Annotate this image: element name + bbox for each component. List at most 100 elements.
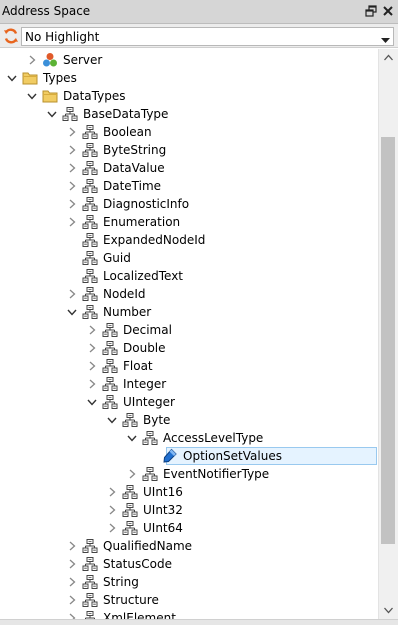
tree-node[interactable]: Server bbox=[0, 51, 378, 69]
tree-node-label: Structure bbox=[103, 593, 159, 607]
tree-node-label: UInteger bbox=[123, 395, 175, 409]
float-window-icon[interactable] bbox=[364, 4, 378, 18]
collapse-chevron-icon[interactable] bbox=[26, 90, 38, 102]
expand-chevron-icon[interactable] bbox=[86, 360, 98, 372]
tree-node[interactable]: Number bbox=[0, 303, 378, 321]
server-icon bbox=[42, 52, 58, 68]
tree-node[interactable]: Structure bbox=[0, 591, 378, 609]
tree-node[interactable]: DiagnosticInfo bbox=[0, 195, 378, 213]
tree-node[interactable]: Double bbox=[0, 339, 378, 357]
datatype-icon bbox=[82, 250, 98, 266]
expand-chevron-icon[interactable] bbox=[66, 288, 78, 300]
expand-chevron-icon[interactable] bbox=[66, 126, 78, 138]
tree-node-label: UInt16 bbox=[143, 485, 183, 499]
tree-node[interactable]: UInt16 bbox=[0, 483, 378, 501]
vertical-scrollbar[interactable] bbox=[378, 49, 398, 619]
tree-node[interactable]: EventNotifierType bbox=[0, 465, 378, 483]
datatype-icon bbox=[82, 160, 98, 176]
tree-node[interactable]: UInt64 bbox=[0, 519, 378, 537]
collapse-chevron-icon[interactable] bbox=[86, 396, 98, 408]
tree-node[interactable]: BaseDataType bbox=[0, 105, 378, 123]
scroll-up-icon[interactable] bbox=[379, 49, 398, 67]
expand-chevron-icon[interactable] bbox=[66, 558, 78, 570]
datatype-icon bbox=[122, 520, 138, 536]
datatype-icon bbox=[62, 106, 78, 122]
tree-node-label: Double bbox=[123, 341, 166, 355]
tree-node[interactable]: QualifiedName bbox=[0, 537, 378, 555]
expand-chevron-icon[interactable] bbox=[66, 198, 78, 210]
tree-node-label: Guid bbox=[103, 251, 131, 265]
expand-chevron-icon[interactable] bbox=[86, 342, 98, 354]
tree-node[interactable]: Enumeration bbox=[0, 213, 378, 231]
tree-node[interactable]: XmlElement bbox=[0, 609, 378, 619]
tree-node[interactable]: UInteger bbox=[0, 393, 378, 411]
expand-chevron-icon[interactable] bbox=[106, 522, 118, 534]
tree-node[interactable]: ByteString bbox=[0, 141, 378, 159]
collapse-chevron-icon[interactable] bbox=[126, 432, 138, 444]
expand-chevron-icon[interactable] bbox=[66, 162, 78, 174]
tree-node[interactable]: Decimal bbox=[0, 321, 378, 339]
tree-node[interactable]: Types bbox=[0, 69, 378, 87]
collapse-chevron-icon[interactable] bbox=[6, 72, 18, 84]
expand-chevron-icon[interactable] bbox=[66, 540, 78, 552]
expand-chevron-icon[interactable] bbox=[126, 468, 138, 480]
collapse-chevron-icon[interactable] bbox=[66, 306, 78, 318]
expand-chevron-icon[interactable] bbox=[66, 144, 78, 156]
tree-node[interactable]: NodeId bbox=[0, 285, 378, 303]
tree-node-label: ExpandedNodeId bbox=[103, 233, 206, 247]
tree-node[interactable]: AccessLevelType bbox=[0, 429, 378, 447]
datatype-icon bbox=[102, 358, 118, 374]
datatype-icon bbox=[122, 412, 138, 428]
tree-node-label: OptionSetValues bbox=[183, 449, 282, 463]
tree-node[interactable]: ExpandedNodeId bbox=[0, 231, 378, 249]
expand-chevron-icon[interactable] bbox=[66, 216, 78, 228]
tree-node[interactable]: LocalizedText bbox=[0, 267, 378, 285]
tree-node-label: Number bbox=[103, 305, 152, 319]
expand-chevron-icon[interactable] bbox=[66, 612, 78, 619]
tree-node[interactable]: DateTime bbox=[0, 177, 378, 195]
tree-node-label: BaseDataType bbox=[83, 107, 169, 121]
dropdown-arrow-icon[interactable] bbox=[381, 33, 390, 43]
expand-chevron-icon[interactable] bbox=[66, 576, 78, 588]
highlight-select[interactable]: No Highlight bbox=[21, 27, 394, 46]
tree-node-label: DateTime bbox=[103, 179, 162, 193]
expand-chevron-icon[interactable] bbox=[106, 486, 118, 498]
refresh-icon[interactable] bbox=[2, 27, 20, 45]
tree-node-label: EventNotifierType bbox=[163, 467, 270, 481]
datatype-icon bbox=[122, 502, 138, 518]
expand-chevron-icon[interactable] bbox=[106, 504, 118, 516]
tree-node[interactable]: UInt32 bbox=[0, 501, 378, 519]
collapse-chevron-icon[interactable] bbox=[106, 414, 118, 426]
tree-node[interactable]: Float bbox=[0, 357, 378, 375]
tree-node[interactable]: StatusCode bbox=[0, 555, 378, 573]
datatype-icon bbox=[82, 574, 98, 590]
tree-node[interactable]: Boolean bbox=[0, 123, 378, 141]
datatype-icon bbox=[122, 484, 138, 500]
tree-node-label: Enumeration bbox=[103, 215, 181, 229]
address-space-tree[interactable]: Server Types DataTypes BaseDataType Boolean B… bbox=[0, 49, 378, 619]
variable-icon bbox=[162, 448, 178, 464]
close-icon[interactable] bbox=[381, 4, 395, 18]
tree-node[interactable]: Integer bbox=[0, 375, 378, 393]
tree-node[interactable]: OptionSetValues bbox=[0, 447, 378, 465]
tree-node[interactable]: Byte bbox=[0, 411, 378, 429]
tree-node[interactable]: Guid bbox=[0, 249, 378, 267]
expand-chevron-icon[interactable] bbox=[66, 594, 78, 606]
datatype-icon bbox=[102, 322, 118, 338]
scroll-thumb[interactable] bbox=[381, 137, 395, 544]
tree-node-label: QualifiedName bbox=[103, 539, 193, 553]
panel-title: Address Space bbox=[2, 4, 91, 18]
horizontal-scrollbar[interactable] bbox=[0, 619, 398, 625]
expand-chevron-icon[interactable] bbox=[66, 180, 78, 192]
expand-chevron-icon[interactable] bbox=[86, 378, 98, 390]
tree-node[interactable]: DataTypes bbox=[0, 87, 378, 105]
scroll-down-icon[interactable] bbox=[379, 601, 398, 619]
expand-chevron-icon[interactable] bbox=[86, 324, 98, 336]
expand-chevron-icon[interactable] bbox=[26, 54, 38, 66]
tree-node-label: Float bbox=[123, 359, 153, 373]
tree-node[interactable]: String bbox=[0, 573, 378, 591]
datatype-icon bbox=[142, 430, 158, 446]
tree-node-label: ByteString bbox=[103, 143, 167, 157]
collapse-chevron-icon[interactable] bbox=[46, 108, 58, 120]
tree-node[interactable]: DataValue bbox=[0, 159, 378, 177]
